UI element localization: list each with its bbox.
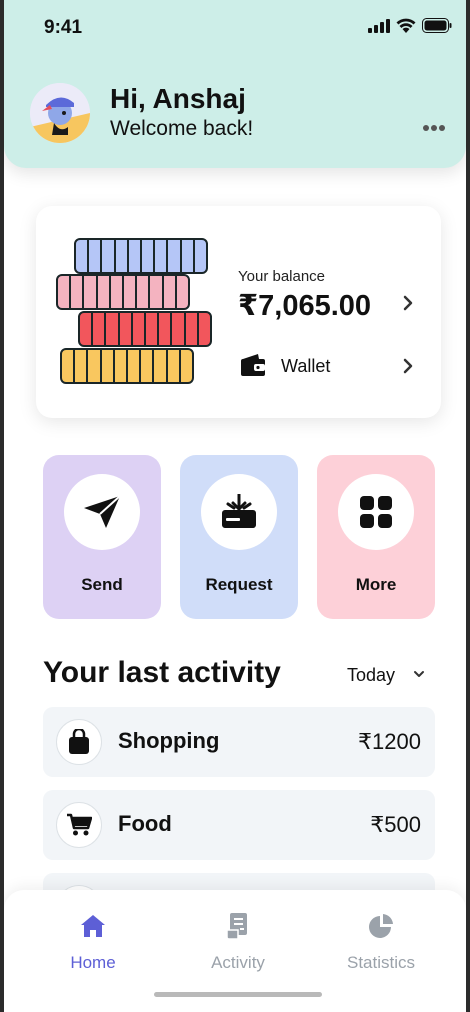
shopping-bag-icon <box>69 729 89 754</box>
send-icon-circle <box>64 474 140 550</box>
request-icon <box>222 494 256 528</box>
nav-activity-label: Activity <box>211 953 265 972</box>
battery-icon <box>422 18 452 33</box>
home-icon <box>81 915 105 937</box>
balance-value: ₹7,065.00 <box>238 290 372 322</box>
request-button[interactable]: Request <box>180 455 298 619</box>
status-icons <box>368 18 452 33</box>
welcome-text: Welcome back! <box>110 117 254 140</box>
send-icon <box>84 495 121 528</box>
chevron-down-icon[interactable] <box>413 669 425 679</box>
nav-activity[interactable]: Activity <box>183 912 293 973</box>
activity-name: Food <box>118 811 172 836</box>
status-time: 9:41 <box>44 17 83 38</box>
request-icon-circle <box>201 474 277 550</box>
activity-title: Your last activity <box>43 656 281 689</box>
send-label: Send <box>81 575 123 594</box>
activity-item-shopping[interactable]: Shopping ₹1200 <box>43 707 435 777</box>
activity-amount: ₹1200 <box>358 729 421 754</box>
balance-card[interactable]: Your balance ₹7,065.00 Wallet <box>36 206 441 418</box>
activity-icon-circle <box>56 802 102 848</box>
greeting: Hi, Anshaj <box>110 83 246 114</box>
pie-chart-icon <box>369 914 393 938</box>
nav-statistics[interactable]: Statistics <box>326 912 436 973</box>
avatar[interactable] <box>30 83 90 143</box>
grid-icon <box>360 496 392 528</box>
activity-name: Shopping <box>118 728 220 753</box>
home-indicator <box>154 992 322 997</box>
cash-stack-illustration <box>54 236 214 388</box>
more-button[interactable]: More <box>317 455 435 619</box>
phone-screen: 9:41 Hi, Anshaj Welcome back! Your balan… <box>4 0 466 1012</box>
cart-icon <box>67 813 92 836</box>
more-label: More <box>355 575 397 594</box>
wallet-label: Wallet <box>281 356 331 376</box>
request-label: Request <box>205 575 273 594</box>
receipt-icon <box>226 913 247 940</box>
chevron-right-icon[interactable] <box>402 294 414 312</box>
wifi-icon <box>396 18 416 33</box>
period-select[interactable]: Today <box>347 665 395 686</box>
activity-item-food[interactable]: Food ₹500 <box>43 790 435 860</box>
send-button[interactable]: Send <box>43 455 161 619</box>
more-icon-circle <box>338 474 414 550</box>
balance-label: Your balance <box>238 268 326 285</box>
header: 9:41 Hi, Anshaj Welcome back! <box>4 0 466 168</box>
chevron-right-icon[interactable] <box>402 357 414 375</box>
more-horizontal-icon[interactable] <box>422 124 446 132</box>
nav-statistics-label: Statistics <box>346 953 416 972</box>
activity-icon-circle <box>56 719 102 765</box>
nav-home[interactable]: Home <box>38 912 148 973</box>
nav-home-label: Home <box>70 953 116 972</box>
activity-amount: ₹500 <box>370 812 421 837</box>
wallet-icon <box>241 354 265 376</box>
signal-icon <box>368 18 390 33</box>
